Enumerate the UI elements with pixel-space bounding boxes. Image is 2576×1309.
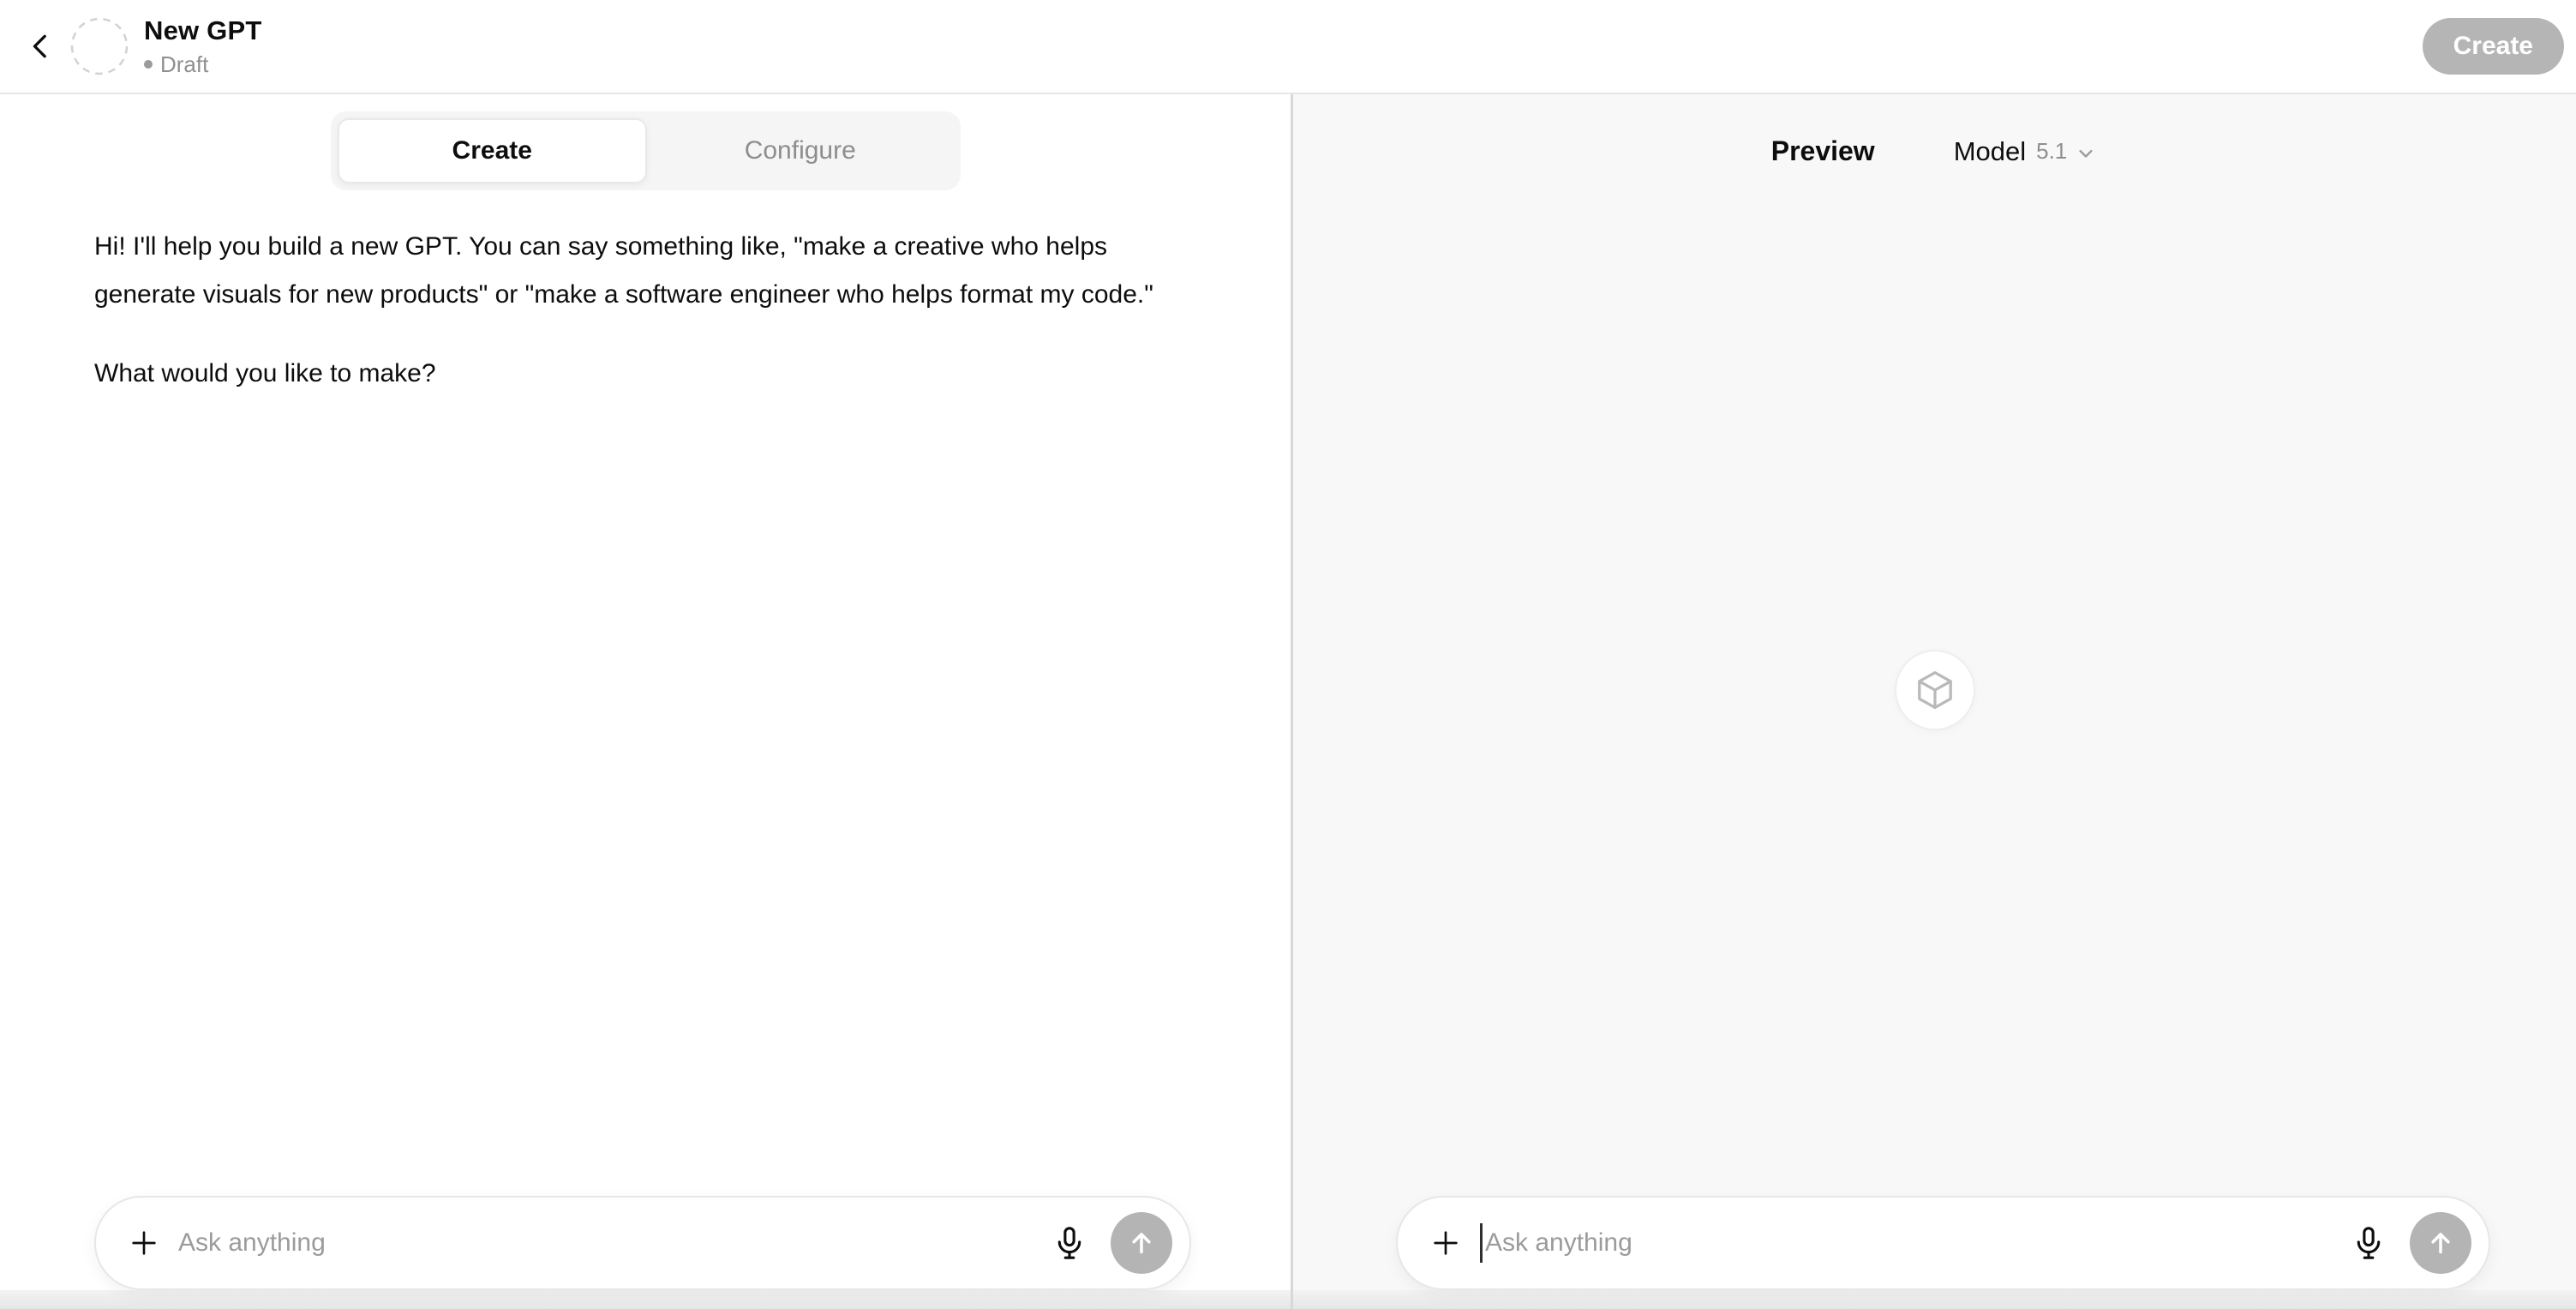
builder-panel: Create Configure Hi! I'll help you build… (0, 94, 1291, 1309)
send-button[interactable] (2410, 1212, 2471, 1274)
dictate-button[interactable] (2348, 1222, 2389, 1264)
tab-configure[interactable]: Configure (647, 118, 954, 183)
title-block: New GPT Draft (144, 15, 261, 78)
assistant-question: What would you like to make? (94, 350, 1200, 398)
arrow-up-icon (2424, 1227, 2457, 1259)
chevron-left-icon (24, 29, 58, 63)
microphone-icon (2350, 1224, 2387, 1262)
bottom-edge-strip (0, 1290, 2576, 1309)
panel-divider (1291, 94, 1293, 1309)
gpt-builder-app: New GPT Draft Create Create Configure Hi… (0, 0, 2576, 1309)
assistant-message: Hi! I'll help you build a new GPT. You c… (94, 223, 1200, 319)
status-row: Draft (144, 51, 261, 78)
header-bar: New GPT Draft Create (0, 0, 2576, 94)
builder-messages: Hi! I'll help you build a new GPT. You c… (0, 190, 1291, 398)
arrow-up-icon (1125, 1227, 1158, 1259)
preview-title: Preview (1771, 135, 1875, 167)
model-version: 5.1 (2036, 138, 2067, 165)
back-button[interactable] (19, 24, 63, 69)
draft-status-dot (144, 60, 153, 69)
microphone-icon (1051, 1224, 1088, 1262)
preview-composer (1396, 1196, 2490, 1290)
send-button[interactable] (1111, 1212, 1172, 1274)
preview-panel: Preview Model 5.1 (1293, 94, 2576, 1309)
builder-chat-input[interactable] (178, 1216, 1039, 1270)
dictate-button[interactable] (1049, 1222, 1090, 1264)
dashed-circle-avatar-icon (70, 17, 129, 75)
chevron-down-icon (2074, 141, 2098, 165)
plus-icon (1429, 1226, 1463, 1260)
builder-composer (94, 1196, 1191, 1290)
preview-chat-input[interactable] (1485, 1216, 2338, 1270)
gpt-preview-placeholder (1895, 650, 1975, 730)
text-cursor (1480, 1223, 1483, 1263)
model-selector[interactable]: Model 5.1 (1954, 136, 2099, 167)
create-gpt-button[interactable]: Create (2423, 18, 2564, 75)
tab-switcher-wrap: Create Configure (0, 111, 1291, 190)
plus-icon (127, 1226, 161, 1260)
gpt-avatar-placeholder[interactable] (70, 17, 129, 75)
status-badge: Draft (160, 51, 208, 78)
header-left-group: New GPT Draft (19, 15, 261, 78)
cube-icon (1913, 668, 1957, 712)
main-area: Create Configure Hi! I'll help you build… (0, 94, 2576, 1309)
model-label: Model (1954, 136, 2026, 167)
attach-button[interactable] (1427, 1224, 1465, 1262)
tab-switcher: Create Configure (331, 111, 961, 190)
page-title: New GPT (144, 15, 261, 46)
tab-create[interactable]: Create (338, 118, 648, 183)
attach-button[interactable] (125, 1224, 163, 1262)
preview-header: Preview Model 5.1 (1293, 135, 2576, 167)
